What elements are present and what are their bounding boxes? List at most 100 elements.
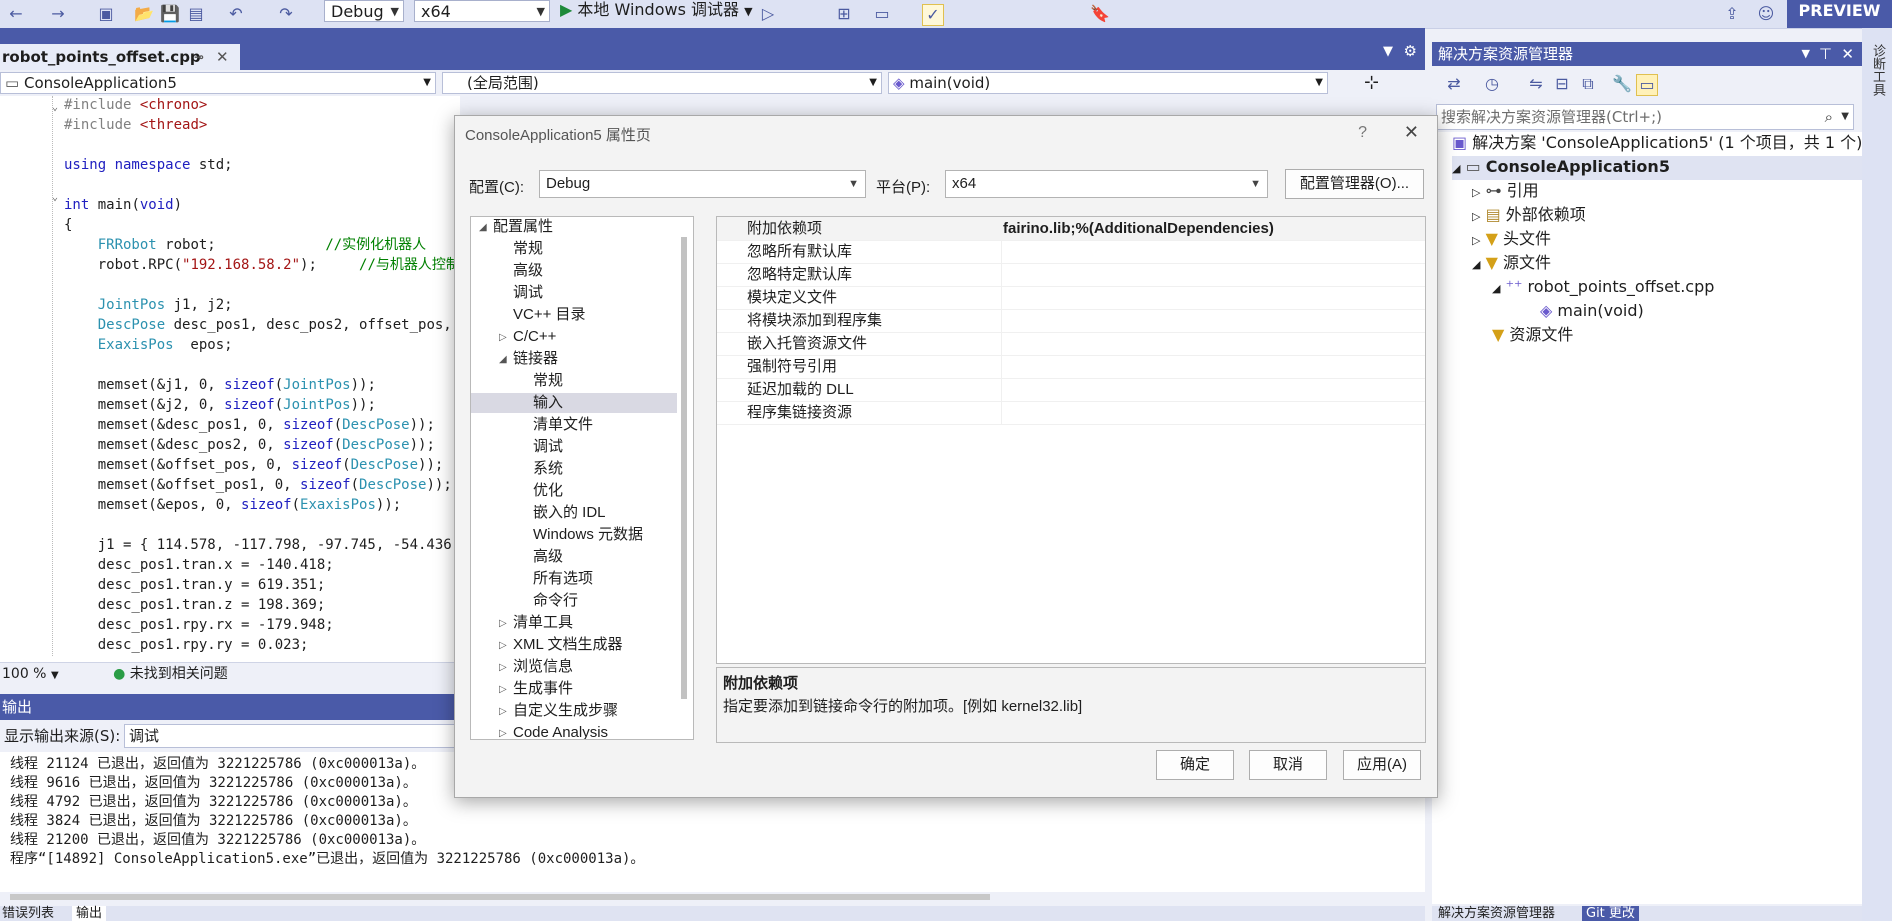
zoom-level[interactable]: 100 %: [2, 666, 46, 682]
property-row[interactable]: 忽略特定默认库: [717, 263, 1425, 287]
tab-dropdown-icon[interactable]: ▼: [1383, 44, 1393, 59]
panel-dropdown-icon[interactable]: ▼: [1802, 42, 1810, 66]
tree-source-file[interactable]: ◢ ⁺⁺ robot_points_offset.cpp: [1492, 276, 1714, 300]
search-icon[interactable]: ⌕: [1825, 105, 1833, 129]
history-icon[interactable]: ◷: [1482, 74, 1502, 94]
close-icon[interactable]: ✕: [1841, 42, 1854, 66]
property-row[interactable]: 程序集链接资源: [717, 401, 1425, 425]
pin-icon[interactable]: ⊸: [194, 44, 204, 70]
solution-config-combo[interactable]: Debug ▼: [324, 0, 404, 22]
tree-manifest-tool[interactable]: 清单工具: [513, 613, 573, 633]
tree-references[interactable]: ▷ ⊶ 引用: [1472, 180, 1539, 204]
horizontal-scrollbar[interactable]: [10, 894, 990, 900]
start-without-debug-icon[interactable]: ▷: [758, 4, 778, 24]
property-row[interactable]: 忽略所有默认库: [717, 240, 1425, 264]
tree-linker-debugging[interactable]: 调试: [533, 437, 563, 457]
collapse-icon[interactable]: ⌄: [52, 192, 58, 203]
help-button[interactable]: ?: [1358, 124, 1367, 142]
redo-icon[interactable]: ↷: [276, 4, 296, 24]
tree-debugging[interactable]: 调试: [513, 283, 543, 303]
save-icon[interactable]: 💾: [160, 4, 180, 24]
tree-linker-input[interactable]: 输入: [533, 393, 563, 413]
tree-config-properties[interactable]: 配置属性: [493, 217, 553, 237]
new-project-icon[interactable]: ▣: [96, 4, 116, 24]
property-value[interactable]: fairino.lib;%(AdditionalDependencies): [1003, 217, 1274, 240]
tab-solution-explorer[interactable]: 解决方案资源管理器: [1438, 906, 1555, 921]
search-options-icon[interactable]: ▼: [1841, 105, 1849, 129]
tree-manifest-file[interactable]: 清单文件: [533, 415, 593, 435]
back-icon[interactable]: ←: [6, 4, 26, 24]
property-row[interactable]: 延迟加载的 DLL: [717, 378, 1425, 402]
tree-function[interactable]: ◈ main(void): [1540, 300, 1644, 322]
tree-custom-build-step[interactable]: 自定义生成步骤: [513, 701, 618, 721]
property-row[interactable]: 嵌入托管资源文件: [717, 332, 1425, 356]
switch-views-icon[interactable]: ⇄: [1444, 74, 1464, 94]
settings-gear-icon[interactable]: ⚙: [1404, 42, 1417, 60]
project-combo[interactable]: ▭ ConsoleApplication5 ▼: [0, 72, 436, 94]
property-row[interactable]: 模块定义文件: [717, 286, 1425, 310]
tree-linker-general[interactable]: 常规: [533, 371, 563, 391]
tree-headers[interactable]: ▷ ▼ 头文件: [1472, 228, 1551, 252]
show-all-files-icon[interactable]: ⧉: [1578, 74, 1598, 94]
code-editor[interactable]: ⌄ ⌄ #include <chrono> #include <thread> …: [0, 96, 477, 662]
tree-code-analysis[interactable]: Code Analysis: [513, 723, 608, 739]
tree-vc-directories[interactable]: VC++ 目录: [513, 305, 586, 325]
preview-badge[interactable]: PREVIEW: [1787, 0, 1892, 28]
tree-resources[interactable]: ▼ 资源文件: [1492, 324, 1573, 346]
sync-icon[interactable]: ⇋: [1526, 74, 1546, 94]
spellcheck-icon[interactable]: ✓: [922, 4, 944, 26]
preview-selected-icon[interactable]: ▭: [1636, 74, 1658, 96]
ok-button[interactable]: 确定: [1156, 750, 1234, 780]
tree-browse-info[interactable]: 浏览信息: [513, 657, 573, 677]
split-editor-icon[interactable]: ⊹: [1364, 72, 1379, 93]
platform-combo[interactable]: x64 ▼: [945, 170, 1268, 198]
tree-system[interactable]: 系统: [533, 459, 563, 479]
output-source-combo[interactable]: 调试: [124, 724, 460, 748]
tree-build-events[interactable]: 生成事件: [513, 679, 573, 699]
save-all-icon[interactable]: ▤: [186, 4, 206, 24]
config-combo[interactable]: Debug ▼: [539, 170, 866, 198]
tree-sources[interactable]: ◢ ▼ 源文件: [1472, 252, 1551, 276]
apply-button[interactable]: 应用(A): [1343, 750, 1421, 780]
layout-icon[interactable]: ▭: [872, 4, 892, 24]
tab-git-changes[interactable]: Git 更改: [1582, 906, 1639, 921]
tree-advanced[interactable]: 高级: [513, 261, 543, 281]
bookmark-icon[interactable]: 🔖: [1090, 4, 1110, 24]
tree-project[interactable]: ◢ ▭ ConsoleApplication5: [1452, 156, 1862, 180]
pin-icon[interactable]: ⊤: [1819, 42, 1832, 66]
collapse-icon[interactable]: ⌄: [52, 102, 58, 113]
undo-icon[interactable]: ↶: [226, 4, 246, 24]
property-row[interactable]: 强制符号引用: [717, 355, 1425, 379]
diagnostic-tools-tab[interactable]: 诊断工具: [1868, 44, 1887, 96]
tree-cpp[interactable]: C/C++: [513, 327, 556, 347]
issues-status[interactable]: 未找到相关问题: [130, 666, 228, 682]
tree-linker-advanced[interactable]: 高级: [533, 547, 563, 567]
solution-platform-combo[interactable]: x64 ▼: [414, 0, 550, 22]
tree-embedded-idl[interactable]: 嵌入的 IDL: [533, 503, 606, 523]
tab-error-list[interactable]: 错误列表: [2, 906, 54, 921]
config-manager-button[interactable]: 配置管理器(O)...: [1285, 169, 1424, 199]
scope-combo[interactable]: (全局范围) ▼: [442, 72, 882, 94]
tab-robot-points-offset[interactable]: robot_points_offset.cpp ⊸ ✕: [0, 44, 240, 70]
share-icon[interactable]: ⇪: [1722, 4, 1742, 24]
tree-scrollbar[interactable]: [681, 237, 687, 699]
properties-icon[interactable]: 🔧: [1612, 74, 1632, 94]
tree-xml-doc-generator[interactable]: XML 文档生成器: [513, 635, 622, 655]
property-row[interactable]: 将模块添加到程序集: [717, 309, 1425, 333]
forward-icon[interactable]: →: [48, 4, 68, 24]
tree-solution[interactable]: ▣ 解决方案 'ConsoleApplication5' (1 个项目，共 1 …: [1452, 132, 1862, 154]
function-combo[interactable]: ◈ main(void) ▼: [888, 72, 1328, 94]
collapse-all-icon[interactable]: ⊟: [1552, 74, 1572, 94]
tab-output[interactable]: 输出: [72, 906, 107, 921]
property-row[interactable]: 附加依赖项 fairino.lib;%(AdditionalDependenci…: [717, 217, 1425, 241]
tree-all-options[interactable]: 所有选项: [533, 569, 593, 589]
cancel-button[interactable]: 取消: [1249, 750, 1327, 780]
tree-optimization[interactable]: 优化: [533, 481, 563, 501]
account-icon[interactable]: ☺: [1756, 4, 1776, 24]
start-debug-button[interactable]: ▶ 本地 Windows 调试器 ▼: [560, 0, 753, 20]
close-tab-icon[interactable]: ✕: [216, 44, 229, 70]
close-icon[interactable]: ✕: [1404, 122, 1419, 143]
tree-general[interactable]: 常规: [513, 239, 543, 259]
solution-explorer-icon[interactable]: ⊞: [834, 4, 854, 24]
tree-external-deps[interactable]: ▷ ▤ 外部依赖项: [1472, 204, 1586, 228]
